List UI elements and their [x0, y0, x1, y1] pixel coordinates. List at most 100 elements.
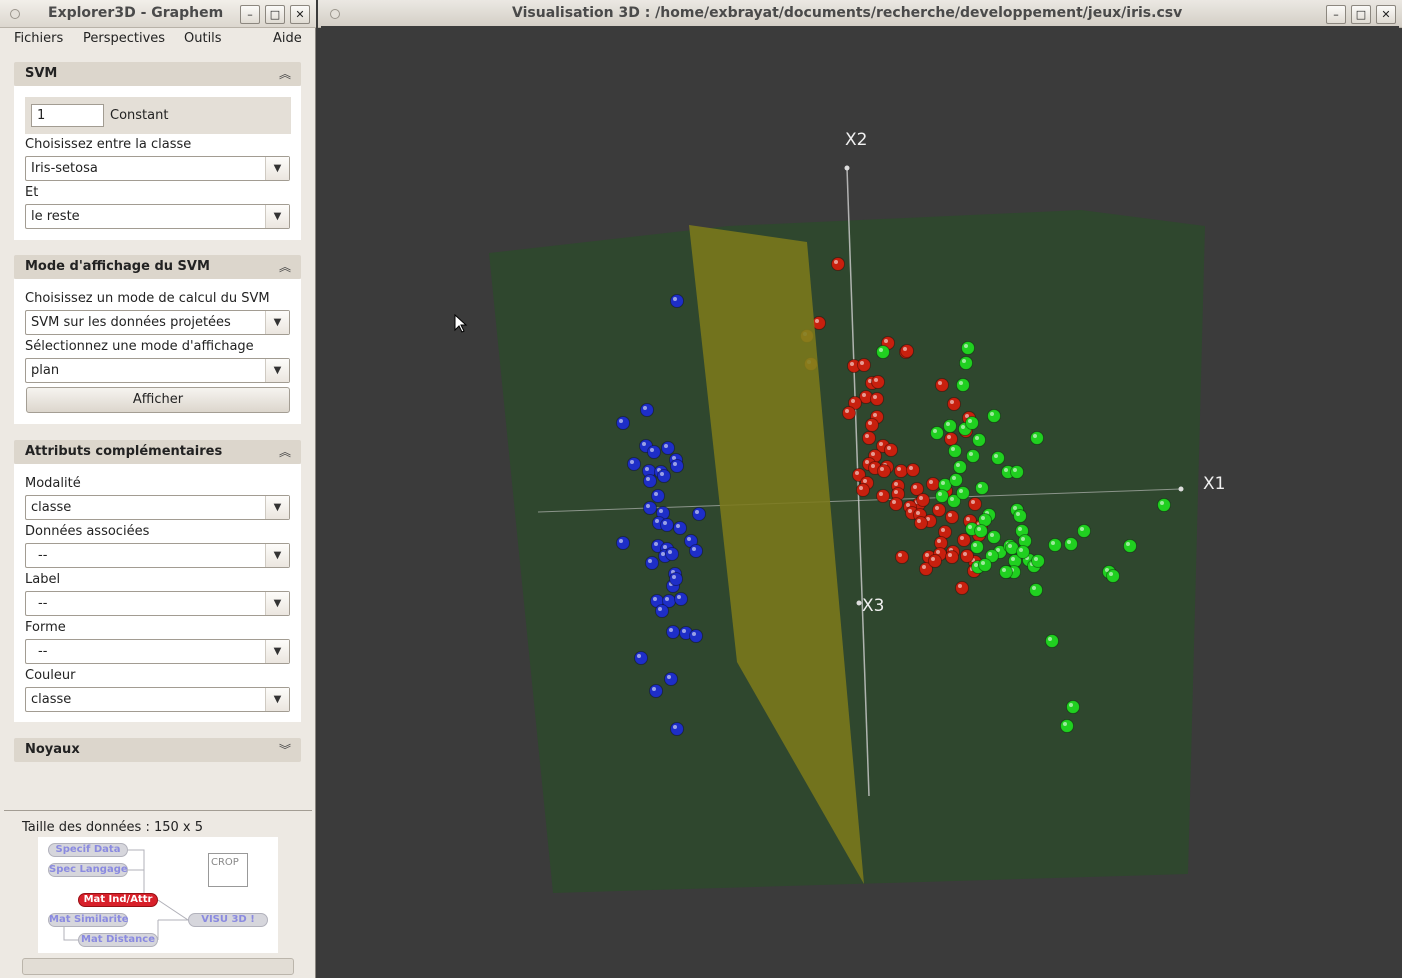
setosa-point: [647, 445, 661, 459]
versicolor-point-highlight: [834, 260, 838, 264]
versicolor-point-highlight: [897, 467, 901, 471]
virginica-point: [935, 489, 949, 503]
close-button[interactable]: ✕: [1376, 5, 1396, 24]
setosa-point: [673, 521, 687, 535]
maximize-button[interactable]: □: [265, 5, 285, 24]
versicolor-point: [945, 550, 959, 564]
left-titlebar[interactable]: Explorer3D - Graphem – □ ✕: [0, 0, 316, 28]
versicolor-point-highlight: [960, 536, 964, 540]
menu-fichiers[interactable]: Fichiers: [14, 31, 63, 46]
window-menu-icon[interactable]: [330, 9, 340, 19]
versicolor-point: [932, 503, 946, 517]
and-select[interactable]: le reste ▼: [25, 204, 290, 229]
dropdown-arrow-icon[interactable]: ▼: [265, 205, 289, 228]
crop-box[interactable]: CROP: [208, 853, 248, 887]
dropdown-arrow-icon[interactable]: ▼: [265, 544, 289, 567]
versicolor-point-highlight: [871, 452, 875, 456]
couleur-select[interactable]: classe ▼: [25, 687, 290, 712]
chevron-up-icon[interactable]: ︽: [279, 65, 291, 82]
versicolor-point-highlight: [863, 479, 867, 483]
dropdown-arrow-icon[interactable]: ▼: [265, 496, 289, 519]
versicolor-point-highlight: [851, 399, 855, 403]
dropdown-arrow-icon[interactable]: ▼: [265, 688, 289, 711]
versicolor-point: [914, 516, 928, 530]
setosa-point: [692, 507, 706, 521]
setosa-point-highlight: [677, 595, 681, 599]
setosa-point-highlight: [661, 552, 665, 556]
dropdown-arrow-icon[interactable]: ▼: [265, 359, 289, 382]
right-titlebar[interactable]: Visualisation 3D : /home/exbrayat/docume…: [318, 0, 1402, 28]
virginica-point: [930, 426, 944, 440]
show-button[interactable]: Afficher: [26, 387, 290, 413]
virginica-point-highlight: [1080, 527, 1084, 531]
dropdown-arrow-icon[interactable]: ▼: [265, 640, 289, 663]
setosa-point-highlight: [672, 575, 676, 579]
virginica-point-highlight: [969, 452, 973, 456]
svm-panel-title: SVM: [25, 66, 58, 81]
maximize-button[interactable]: □: [1351, 5, 1371, 24]
virginica-point: [970, 540, 984, 554]
setosa-point: [649, 684, 663, 698]
virginica-point: [991, 451, 1005, 465]
versicolor-point: [944, 432, 958, 446]
setosa-point-highlight: [665, 597, 669, 601]
virginica-point-highlight: [1051, 541, 1055, 545]
setosa-point-highlight: [652, 687, 656, 691]
constant-input[interactable]: 1: [31, 104, 104, 127]
3d-viewport[interactable]: X1 X2 X3: [321, 26, 1399, 976]
workflow-node-mat-distance[interactable]: Mat Distance: [78, 933, 158, 947]
minimize-button[interactable]: –: [240, 5, 260, 24]
setosa-point: [670, 722, 684, 736]
dropdown-arrow-icon[interactable]: ▼: [265, 311, 289, 334]
window-menu-icon[interactable]: [10, 9, 20, 19]
menu-perspectives[interactable]: Perspectives: [83, 31, 165, 46]
versicolor-point: [968, 497, 982, 511]
versicolor-point: [876, 489, 890, 503]
label-select[interactable]: -- ▼: [25, 591, 290, 616]
virginica-point: [1106, 569, 1120, 583]
dropdown-arrow-icon[interactable]: ▼: [265, 157, 289, 180]
display-mode-select[interactable]: plan ▼: [25, 358, 290, 383]
versicolor-point: [842, 406, 856, 420]
versicolor-point-highlight: [938, 381, 942, 385]
versicolor-point: [916, 493, 930, 507]
virginica-point: [999, 565, 1013, 579]
attr-panel-header[interactable]: Attributs complémentaires ︽: [14, 440, 301, 464]
chevron-up-icon[interactable]: ︽: [279, 258, 291, 275]
setosa-point: [666, 625, 680, 639]
kernel-panel-header[interactable]: Noyaux ︾: [14, 738, 301, 762]
menu-outils[interactable]: Outils: [184, 31, 222, 46]
calc-mode-select[interactable]: SVM sur les données projetées ▼: [25, 310, 290, 335]
virginica-point: [943, 419, 957, 433]
forme-select[interactable]: -- ▼: [25, 639, 290, 664]
virginica-point-highlight: [990, 412, 994, 416]
close-button[interactable]: ✕: [290, 5, 310, 24]
versicolor-point-highlight: [894, 490, 898, 494]
label-label: Label: [25, 572, 61, 587]
virginica-point: [1031, 554, 1045, 568]
workflow-node-spec-langage[interactable]: Spec Langage: [48, 863, 128, 877]
setosa-point-highlight: [673, 725, 677, 729]
modalite-select[interactable]: classe ▼: [25, 495, 290, 520]
workflow-node-mat-ind-attr[interactable]: Mat Ind/Attr: [78, 893, 158, 907]
svm-panel-header[interactable]: SVM ︽: [14, 62, 301, 86]
minimize-button[interactable]: –: [1326, 5, 1346, 24]
donnees-associees-select[interactable]: -- ▼: [25, 543, 290, 568]
virginica-point: [1157, 498, 1171, 512]
workflow-node-mat-similarite[interactable]: Mat Similarite: [48, 913, 129, 927]
versicolor-point: [900, 344, 914, 358]
dropdown-arrow-icon[interactable]: ▼: [265, 592, 289, 615]
versicolor-point-highlight: [950, 400, 954, 404]
workflow-node-visu-3d[interactable]: VISU 3D !: [188, 913, 268, 927]
virginica-point: [972, 433, 986, 447]
menu-aide[interactable]: Aide: [273, 31, 302, 46]
chevron-down-icon[interactable]: ︾: [279, 741, 291, 758]
setosa-point: [689, 629, 703, 643]
setosa-point: [657, 469, 671, 483]
class-select[interactable]: Iris-setosa ▼: [25, 156, 290, 181]
setosa-point-highlight: [655, 519, 659, 523]
versicolor-point-highlight: [906, 503, 910, 507]
workflow-node-specif-data[interactable]: Specif Data: [48, 843, 128, 857]
mode-panel-header[interactable]: Mode d'affichage du SVM ︽: [14, 255, 301, 279]
chevron-up-icon[interactable]: ︽: [279, 443, 291, 460]
